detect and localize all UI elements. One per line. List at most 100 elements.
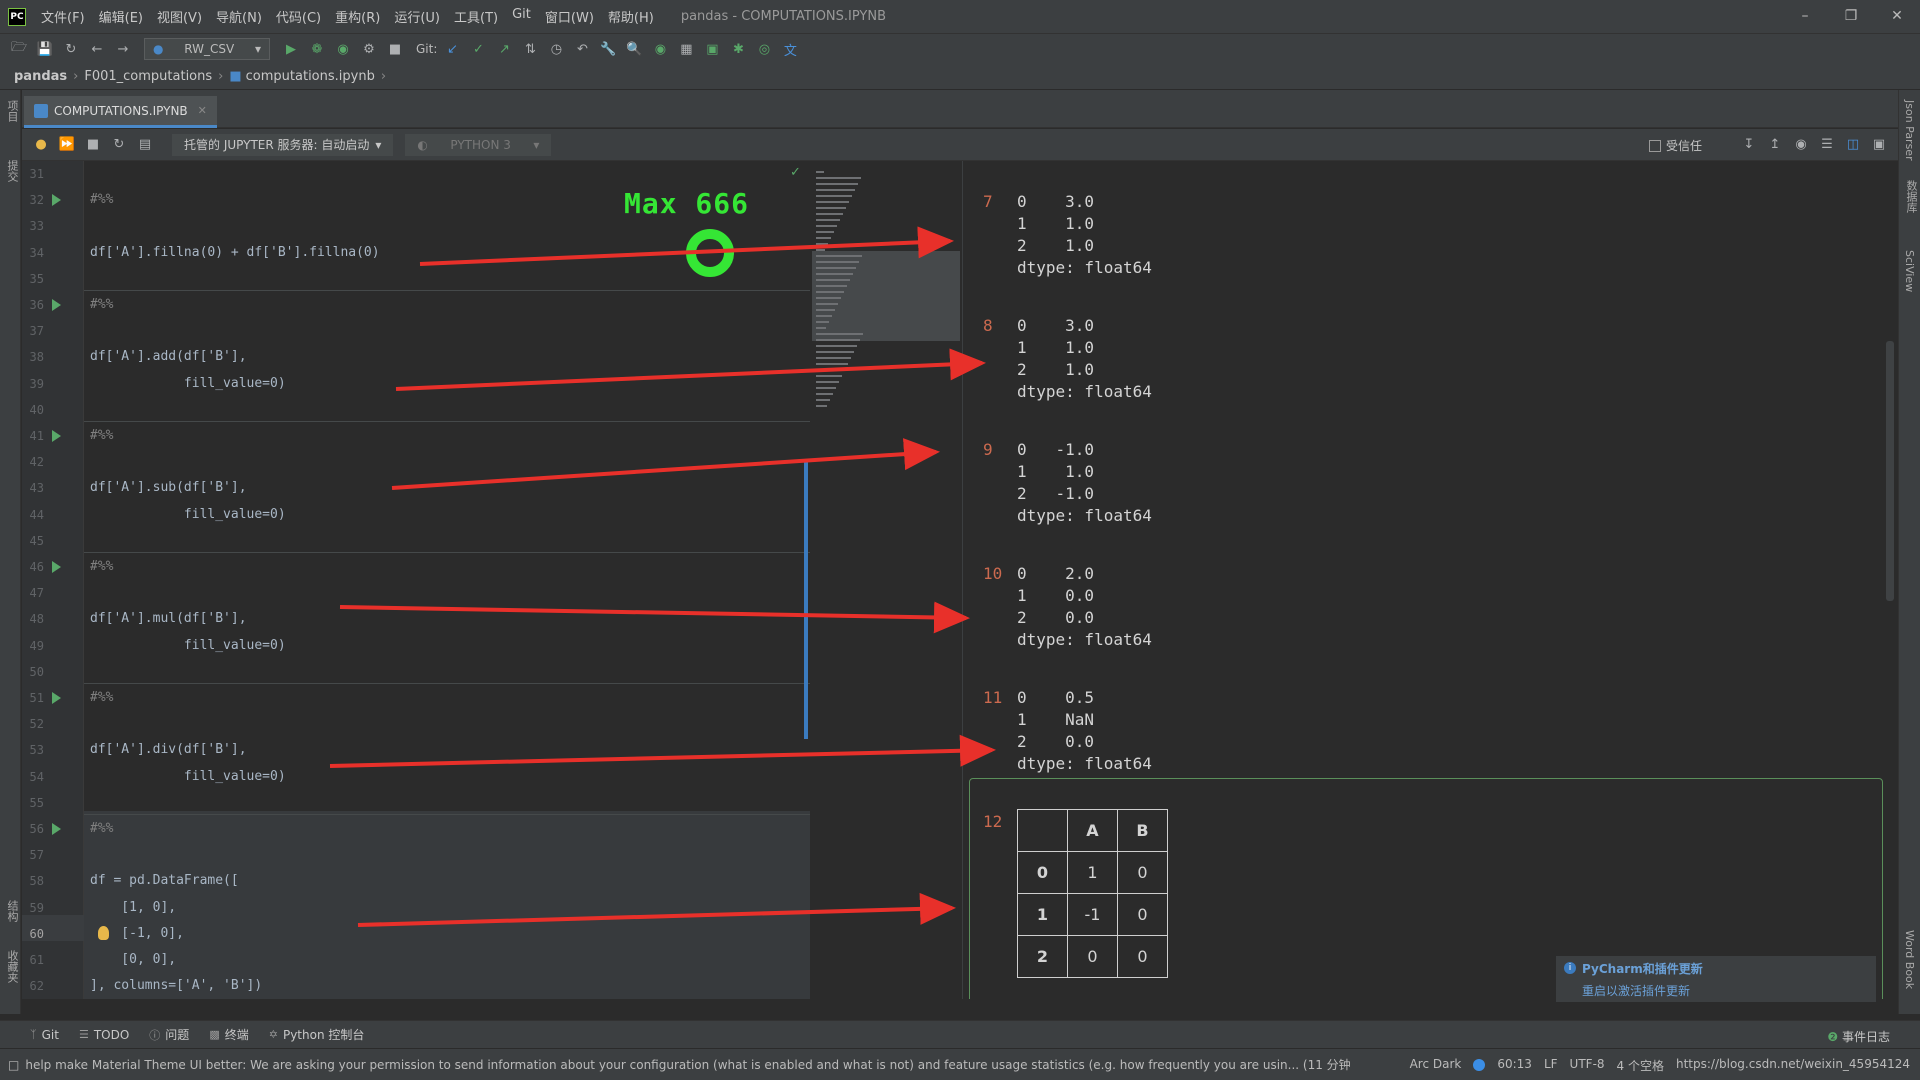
trusted-label: 受信任 bbox=[1665, 139, 1702, 153]
structure-tool-tab[interactable]: 结构 bbox=[4, 900, 20, 922]
profile-icon[interactable]: ⚙ bbox=[360, 40, 378, 58]
run-cell-icon[interactable] bbox=[52, 692, 61, 704]
restart-kernel-icon[interactable]: ↻ bbox=[110, 136, 128, 154]
preview-only-icon[interactable]: ▣ bbox=[1870, 135, 1888, 153]
variables-icon[interactable]: ▤ bbox=[136, 136, 154, 154]
stop-icon[interactable]: ■ bbox=[386, 40, 404, 58]
run-cell-icon[interactable] bbox=[52, 561, 61, 573]
move-down-icon[interactable]: ↧ bbox=[1740, 135, 1758, 153]
stop-kernel-icon[interactable]: ■ bbox=[84, 136, 102, 154]
menu-item[interactable]: 运行(U) bbox=[387, 7, 447, 26]
rollback-icon[interactable]: ↶ bbox=[573, 40, 591, 58]
run-cell-icon[interactable] bbox=[52, 194, 61, 207]
jupyter-server-select[interactable]: 托管的 JUPYTER 服务器: 自动启动 ▾ bbox=[172, 133, 394, 156]
line-number: 40 bbox=[29, 402, 44, 417]
restore-icon[interactable]: ❐ bbox=[1828, 0, 1874, 32]
back-icon[interactable]: ← bbox=[88, 40, 106, 58]
menu-item[interactable]: 工具(T) bbox=[447, 7, 505, 26]
lightbulb-icon[interactable]: ● bbox=[32, 136, 50, 154]
plugin-grid-icon[interactable]: ▦ bbox=[677, 40, 695, 58]
breadcrumb-project[interactable]: pandas bbox=[14, 69, 67, 84]
minimap-line bbox=[816, 171, 824, 173]
search-icon[interactable]: 🔍 bbox=[625, 40, 643, 58]
breadcrumb-file[interactable]: computations.ipynb bbox=[246, 69, 375, 84]
commit-tool-tab[interactable]: 提交 bbox=[4, 160, 20, 182]
run-configuration-select[interactable]: ● RW_CSV ▾ bbox=[144, 38, 270, 60]
status-widgets: Arc Dark 60:13 LF UTF-8 4 个空格 https://bl… bbox=[1386, 1057, 1910, 1074]
history-icon[interactable]: ◷ bbox=[547, 40, 565, 58]
forward-icon[interactable]: → bbox=[114, 40, 132, 58]
git-push-icon[interactable]: ↗ bbox=[495, 40, 513, 58]
menu-item[interactable]: 视图(V) bbox=[150, 7, 209, 26]
sciview-icon[interactable]: ▣ bbox=[703, 40, 721, 58]
run-icon[interactable]: ▶ bbox=[282, 40, 300, 58]
translate-icon[interactable]: 文 bbox=[781, 40, 799, 59]
output-number: 8 bbox=[983, 316, 993, 335]
breadcrumb-folder[interactable]: F001_computations bbox=[84, 69, 212, 84]
menu-item[interactable]: 帮助(H) bbox=[601, 7, 661, 26]
git-commit-icon[interactable]: ✓ bbox=[469, 40, 487, 58]
menu-item[interactable]: 导航(N) bbox=[209, 7, 269, 26]
status-message[interactable]: help make Material Theme UI better: We a… bbox=[25, 1056, 1355, 1073]
run-all-icon[interactable]: ⏩ bbox=[58, 136, 76, 154]
run-cell-icon[interactable] bbox=[52, 430, 61, 442]
table-row: 1 -1 0 bbox=[1017, 893, 1168, 936]
git-compare-icon[interactable]: ⇅ bbox=[521, 40, 539, 58]
sciview-tool-tab[interactable]: SciView bbox=[1903, 250, 1916, 292]
theme-widget[interactable]: Arc Dark bbox=[1398, 1057, 1486, 1074]
coverage-icon[interactable]: ◉ bbox=[334, 40, 352, 58]
caret-position[interactable]: 60:13 bbox=[1497, 1057, 1532, 1074]
run-cell-icon[interactable] bbox=[52, 299, 61, 311]
kernel-select[interactable]: ◐ PYTHON 3 ▾ bbox=[405, 133, 552, 156]
git-tool-button[interactable]: ᛉ Git bbox=[30, 1028, 59, 1042]
output-scrollbar[interactable] bbox=[1886, 341, 1894, 601]
minimize-icon[interactable]: – bbox=[1782, 0, 1828, 32]
menu-item[interactable]: Git bbox=[505, 7, 538, 26]
sync-icon[interactable]: ↻ bbox=[62, 40, 80, 58]
file-encoding[interactable]: UTF-8 bbox=[1570, 1057, 1605, 1074]
close-icon[interactable]: ✕ bbox=[1874, 0, 1920, 32]
menu-item[interactable]: 重构(R) bbox=[328, 7, 387, 26]
menu-item[interactable]: 代码(C) bbox=[269, 7, 328, 26]
plugins-icon[interactable]: ✱ bbox=[729, 40, 747, 58]
line-number: 56 bbox=[29, 822, 44, 836]
code-text: [-1, 0], bbox=[90, 925, 184, 941]
menu-item[interactable]: 编辑(E) bbox=[92, 7, 150, 26]
minimap[interactable] bbox=[812, 161, 960, 999]
notebook-output-pane[interactable]: 7 0 3.0 1 1.0 2 1.0 dtype: float64 8 0 3.0 … bbox=[962, 161, 1898, 999]
save-icon[interactable]: 💾 bbox=[36, 40, 54, 58]
event-log-button[interactable]: ❷ 事件日志 bbox=[1827, 1028, 1890, 1045]
menu-item[interactable]: 窗口(W) bbox=[538, 7, 601, 26]
open-folder-icon[interactable]: 🗁 bbox=[10, 40, 28, 58]
terminal-tool-button[interactable]: ▩ 终端 bbox=[209, 1026, 248, 1043]
run-cell-icon[interactable] bbox=[52, 823, 61, 835]
trusted-checkbox[interactable]: 受信任 bbox=[1648, 137, 1702, 154]
line-separator[interactable]: LF bbox=[1544, 1057, 1558, 1074]
json-parser-tool-tab[interactable]: Json Parser bbox=[1903, 100, 1916, 161]
split-view-icon[interactable]: ◫ bbox=[1844, 135, 1862, 153]
minimap-viewport[interactable] bbox=[812, 251, 960, 341]
eye-icon[interactable]: ◉ bbox=[1792, 135, 1810, 153]
close-tab-icon[interactable]: ✕ bbox=[198, 104, 207, 117]
favorites-tool-tab[interactable]: 收藏夹 bbox=[4, 950, 20, 983]
git-update-icon[interactable]: ↙ bbox=[443, 40, 461, 58]
move-up-icon[interactable]: ↥ bbox=[1766, 135, 1784, 153]
wrench-icon[interactable]: 🔧 bbox=[599, 40, 617, 58]
inspect-icon[interactable]: ◎ bbox=[755, 40, 773, 58]
project-tool-tab[interactable]: 项目 bbox=[4, 100, 20, 122]
code-text: df['A'].sub(df['B'], bbox=[90, 480, 247, 496]
menu-item[interactable]: 文件(F) bbox=[34, 7, 92, 26]
database-tool-tab[interactable]: 数据库 bbox=[1903, 180, 1919, 213]
editor-scrollbar[interactable] bbox=[804, 461, 808, 739]
todo-tool-button[interactable]: ☰ TODO bbox=[79, 1028, 129, 1042]
python-console-tool-button[interactable]: ✡ Python 控制台 bbox=[269, 1026, 365, 1043]
find-usages-icon[interactable]: ◉ bbox=[651, 40, 669, 58]
indent-setting[interactable]: 4 个空格 bbox=[1617, 1057, 1664, 1074]
debug-icon[interactable]: ❁ bbox=[308, 40, 326, 58]
code-editor[interactable]: 31 32 #%% 33 34 df['A'].fillna(0) + df['B'].f… bbox=[22, 161, 960, 999]
problems-tool-button[interactable]: ⓘ 问题 bbox=[149, 1026, 189, 1043]
tab-computations[interactable]: COMPUTATIONS.IPYNB ✕ bbox=[24, 96, 217, 128]
editor-only-icon[interactable]: ☰ bbox=[1818, 135, 1836, 153]
word-book-tool-tab[interactable]: Word Book bbox=[1903, 930, 1916, 989]
restart-plugins-link[interactable]: 重启以激活插件更新 bbox=[1582, 982, 1866, 999]
